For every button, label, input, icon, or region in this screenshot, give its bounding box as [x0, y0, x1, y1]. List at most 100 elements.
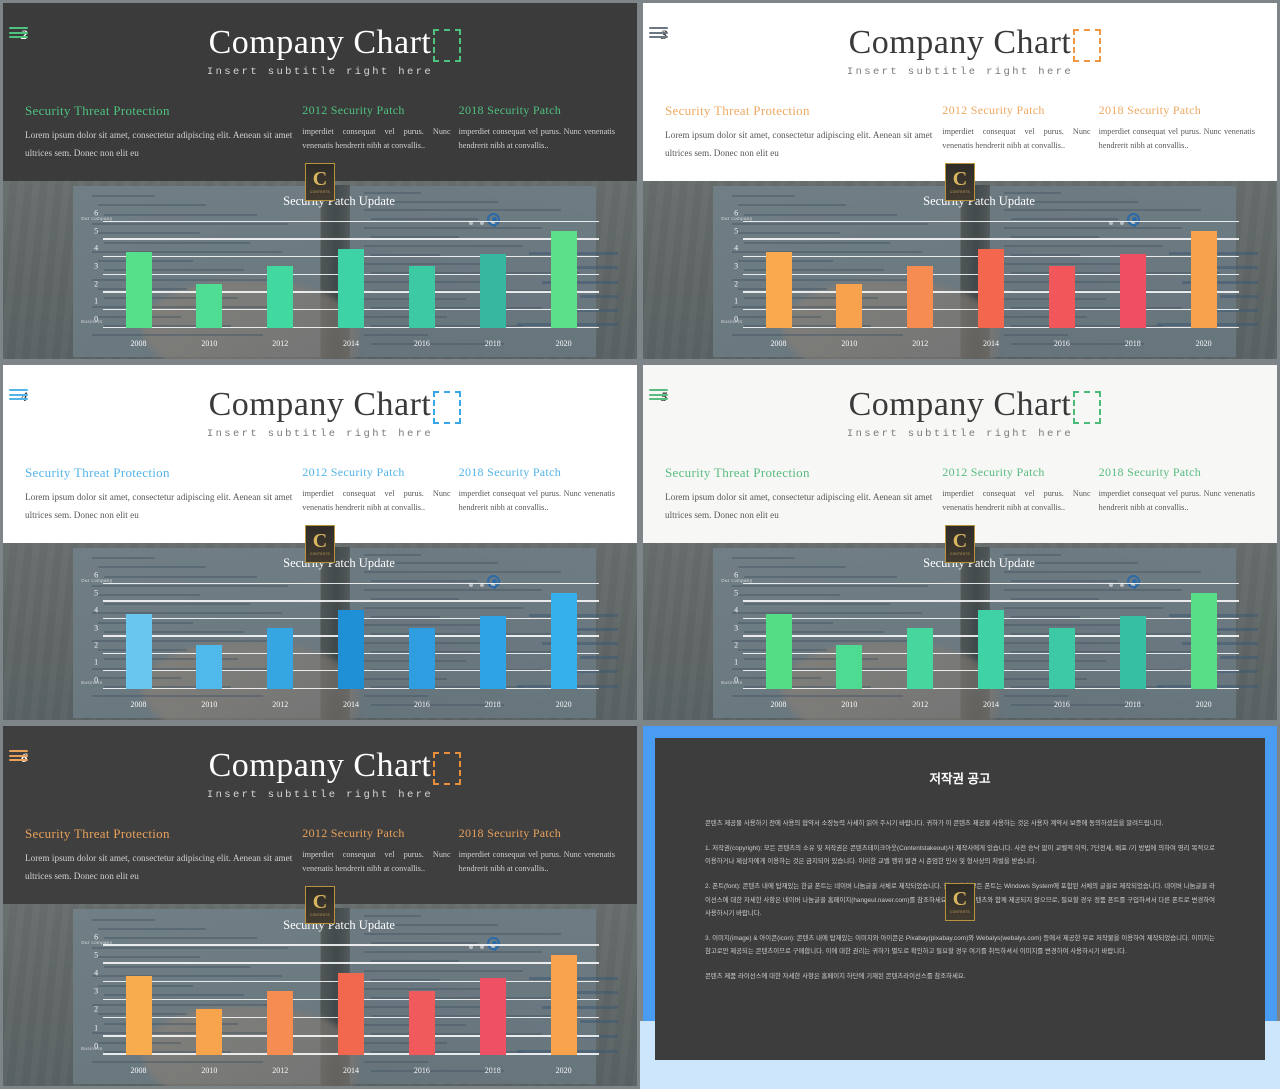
watermark-badge: C CONTENTS: [305, 886, 335, 924]
bar[interactable]: [196, 1009, 223, 1055]
bar[interactable]: [196, 283, 223, 328]
slide-cell-5[interactable]: 5 Company Chart Insert subtitle right he…: [640, 362, 1280, 723]
badge-letter: C: [312, 891, 328, 913]
bar[interactable]: [267, 991, 294, 1055]
column-2018: 2018 Security Patch imperdiet consequat …: [1099, 103, 1255, 163]
y-axis-tick: 4: [94, 243, 99, 253]
bar-slot: [386, 584, 457, 689]
text-columns-3: Security Threat Protection Lorem ipsum d…: [643, 103, 1277, 163]
column-2018: 2018 Security Patch imperdiet consequat …: [459, 465, 615, 525]
column-primary: Security Threat Protection Lorem ipsum d…: [665, 465, 942, 525]
bar[interactable]: [267, 627, 294, 689]
slide-cell-2[interactable]: 2 Company Chart Insert subtitle right he…: [0, 0, 640, 362]
chart-title: Security Patch Update: [923, 194, 1035, 209]
slide-cell-4[interactable]: 4 Company Chart Insert subtitle right he…: [0, 362, 640, 723]
badge-letter: C: [952, 888, 968, 910]
text-cursor-placeholder-icon[interactable]: [1073, 391, 1102, 424]
slide-3[interactable]: 3 Company Chart Insert subtitle right he…: [643, 3, 1277, 359]
bar[interactable]: [408, 627, 435, 689]
bar-slot: [528, 584, 599, 689]
bar[interactable]: [907, 627, 934, 689]
bar[interactable]: [1119, 253, 1146, 328]
badge-letter: C: [952, 168, 968, 190]
bar[interactable]: [1190, 592, 1217, 689]
page-title: Company Chart: [209, 25, 462, 62]
column-2018: 2018 Security Patch imperdiet consequat …: [1099, 465, 1255, 525]
slide-cell-3[interactable]: 3 Company Chart Insert subtitle right he…: [640, 0, 1280, 362]
bar[interactable]: [978, 610, 1005, 689]
bar[interactable]: [479, 253, 506, 328]
bar[interactable]: [1190, 231, 1217, 328]
bar[interactable]: [338, 248, 365, 328]
bar[interactable]: [338, 610, 365, 689]
bar-slot: [245, 946, 316, 1055]
bar[interactable]: [479, 615, 506, 689]
bar[interactable]: [836, 645, 863, 689]
bar[interactable]: [550, 954, 577, 1055]
bar-slot: [1026, 584, 1097, 689]
bar-slot: [1168, 222, 1239, 328]
column-2012: 2012 Security Patch imperdiet consequat …: [942, 103, 1098, 163]
bar[interactable]: [338, 972, 365, 1055]
column-2012: 2012 Security Patch imperdiet consequat …: [942, 465, 1098, 525]
bar[interactable]: [765, 613, 792, 689]
column-body: imperdiet consequat vel purus. Nunc vene…: [458, 489, 615, 513]
bar-slot: [103, 584, 174, 689]
slide-cell-6[interactable]: 6 Company Chart Insert subtitle right he…: [0, 723, 640, 1089]
bar[interactable]: [125, 252, 152, 328]
bar[interactable]: [267, 266, 294, 328]
slide-6[interactable]: 6 Company Chart Insert subtitle right he…: [3, 726, 637, 1086]
x-axis-tick: 2012: [272, 338, 289, 348]
text-cursor-placeholder-icon[interactable]: [1073, 29, 1102, 62]
y-axis-tick: 6: [94, 208, 99, 218]
text-cursor-placeholder-icon[interactable]: [433, 391, 462, 424]
bar[interactable]: [479, 978, 506, 1055]
slide-2[interactable]: 2 Company Chart Insert subtitle right he…: [3, 3, 637, 359]
bar-slot: [174, 584, 245, 689]
column-heading: 2018 Security Patch: [458, 103, 561, 117]
text-cursor-placeholder-icon[interactable]: [433, 752, 462, 785]
bar[interactable]: [1119, 615, 1146, 689]
bar-slot: [316, 222, 387, 328]
x-axis-labels: 2008 2010 2012 2014 2016 2018 2020: [743, 700, 1239, 709]
bar[interactable]: [907, 266, 934, 328]
y-axis-tick: 4: [734, 605, 739, 615]
bar[interactable]: [196, 645, 223, 689]
slide-cell-copyright[interactable]: 저작권 공고 콘텐츠 제공물 사용하기 전에 사용의 협약서 소장능력 사세히 …: [640, 723, 1280, 1089]
bar[interactable]: [1048, 266, 1075, 328]
bar[interactable]: [550, 231, 577, 328]
slide-3-header: 3 Company Chart Insert subtitle right he…: [643, 3, 1277, 181]
bar[interactable]: [1048, 627, 1075, 689]
bar[interactable]: [765, 252, 792, 328]
column-heading: 2012 Security Patch: [942, 465, 1045, 479]
text-columns-2: Security Threat Protection Lorem ipsum d…: [3, 103, 637, 163]
column-heading: 2012 Security Patch: [942, 103, 1045, 117]
x-axis-tick: 2014: [343, 338, 360, 348]
chart-axis: 0 1 2 3 4 5 6: [94, 209, 599, 328]
y-axis-tick: 0: [94, 675, 99, 685]
bar[interactable]: [408, 266, 435, 328]
page-subtitle: Insert subtitle right here: [206, 427, 434, 440]
bar[interactable]: [836, 283, 863, 328]
text-cursor-placeholder-icon[interactable]: [433, 29, 462, 62]
y-axis-tick: 2: [94, 1004, 99, 1014]
x-axis-tick: 2016: [1053, 338, 1070, 348]
column-body: imperdiet consequat vel purus. Nunc vene…: [302, 850, 451, 874]
column-body: Lorem ipsum dolor sit amet, consectetur …: [665, 492, 933, 521]
bar-slot: [245, 222, 316, 328]
x-axis-tick: 2018: [484, 1065, 501, 1075]
x-axis-tick: 2018: [1124, 699, 1141, 709]
chart-corner-label: Business: [81, 679, 103, 685]
bar[interactable]: [550, 592, 577, 689]
chart-corner-label: Business: [721, 318, 743, 324]
slide-4[interactable]: 4 Company Chart Insert subtitle right he…: [3, 365, 637, 720]
bar[interactable]: [978, 248, 1005, 328]
page-subtitle: Insert subtitle right here: [206, 788, 434, 801]
x-axis-tick: 2016: [413, 699, 430, 709]
bar[interactable]: [408, 991, 435, 1055]
column-body: imperdiet consequat vel purus. Nunc vene…: [942, 489, 1091, 513]
bar[interactable]: [125, 613, 152, 689]
slide-5[interactable]: 5 Company Chart Insert subtitle right he…: [643, 365, 1277, 720]
slide-6-header: 6 Company Chart Insert subtitle right he…: [3, 726, 637, 904]
bar[interactable]: [125, 976, 152, 1055]
